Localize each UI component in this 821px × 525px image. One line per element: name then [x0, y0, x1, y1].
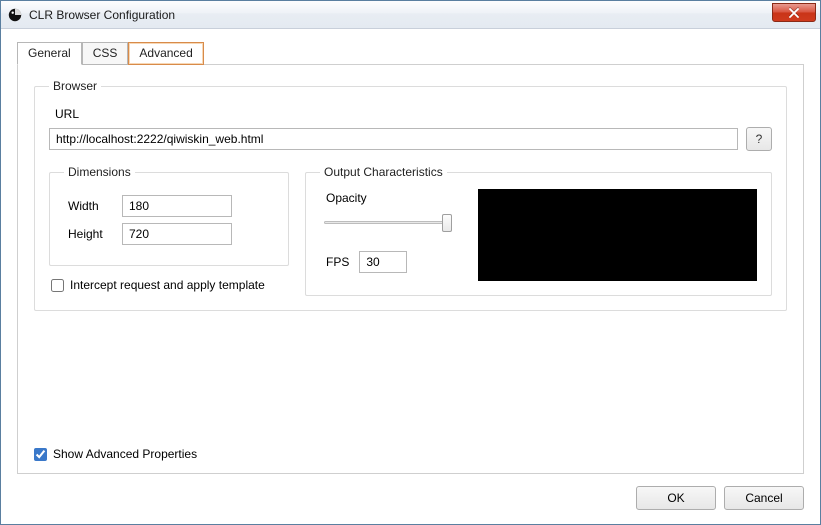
- opacity-slider[interactable]: [324, 212, 452, 232]
- output-preview: [478, 189, 757, 281]
- height-input[interactable]: [122, 223, 232, 245]
- close-icon: [788, 8, 800, 18]
- close-button[interactable]: [772, 3, 816, 22]
- show-advanced-label[interactable]: Show Advanced Properties: [53, 447, 197, 461]
- browser-group: Browser URL ? Dimensions Width: [34, 79, 787, 311]
- intercept-label[interactable]: Intercept request and apply template: [70, 278, 265, 292]
- fps-label: FPS: [326, 255, 349, 269]
- dimensions-group: Dimensions Width Height: [49, 165, 289, 266]
- tab-general[interactable]: General: [17, 42, 82, 65]
- tab-css[interactable]: CSS: [82, 42, 129, 65]
- opacity-slider-track: [324, 221, 452, 224]
- url-help-button[interactable]: ?: [746, 127, 772, 151]
- tab-advanced[interactable]: Advanced: [128, 42, 203, 65]
- tabpanel-general: Browser URL ? Dimensions Width: [17, 64, 804, 474]
- dimensions-group-legend: Dimensions: [64, 165, 135, 179]
- tabstrip: General CSS Advanced: [17, 43, 804, 65]
- opacity-label: Opacity: [326, 191, 460, 205]
- show-advanced-checkbox[interactable]: [34, 448, 47, 461]
- intercept-row: Intercept request and apply template: [51, 278, 287, 292]
- url-input[interactable]: [49, 128, 738, 150]
- width-input[interactable]: [122, 195, 232, 217]
- height-label: Height: [68, 227, 112, 241]
- url-label: URL: [55, 107, 772, 121]
- cancel-button[interactable]: Cancel: [724, 486, 804, 510]
- intercept-checkbox[interactable]: [51, 279, 64, 292]
- browser-group-legend: Browser: [49, 79, 101, 93]
- dialog-footer: OK Cancel: [17, 474, 804, 510]
- titlebar: CLR Browser Configuration: [1, 1, 820, 29]
- dimensions-col: Dimensions Width Height Intercept reques…: [49, 165, 289, 292]
- width-label: Width: [68, 199, 112, 213]
- client-area: General CSS Advanced Browser URL ? Dimen…: [1, 29, 820, 524]
- ok-button[interactable]: OK: [636, 486, 716, 510]
- output-controls: Opacity FPS: [320, 189, 460, 281]
- output-group-legend: Output Characteristics: [320, 165, 447, 179]
- app-icon: [7, 7, 23, 23]
- url-section: URL ?: [49, 107, 772, 151]
- window-title: CLR Browser Configuration: [29, 8, 175, 22]
- output-group: Output Characteristics Opacity: [305, 165, 772, 296]
- show-advanced-row: Show Advanced Properties: [34, 437, 787, 461]
- fps-input[interactable]: [359, 251, 407, 273]
- opacity-slider-thumb[interactable]: [442, 214, 452, 232]
